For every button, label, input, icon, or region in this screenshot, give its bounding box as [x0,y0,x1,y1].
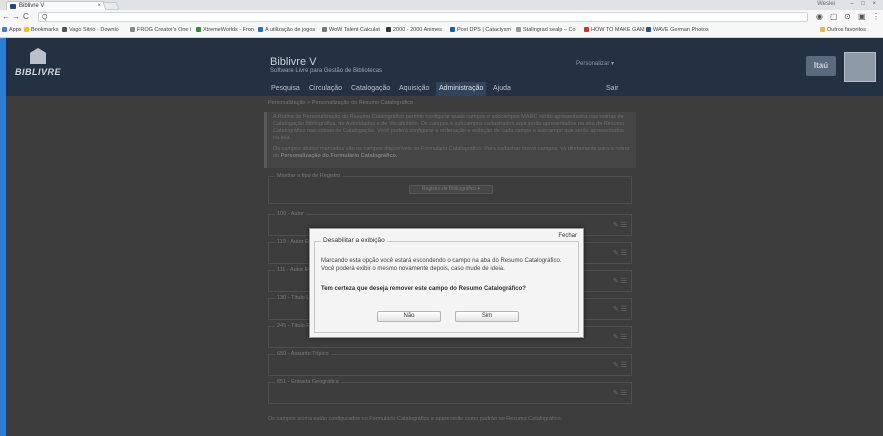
info-paragraph: A Rotina de Personalização do Resumo Cat… [273,114,625,141]
user-badge[interactable]: Weslei [817,1,835,7]
menu-pesquisa[interactable]: Pesquisa [268,82,303,96]
biblivre-logo[interactable]: BIBLIVRE [14,48,62,88]
edit-tools[interactable]: ✎ ☰ [613,249,627,257]
edit-tools[interactable]: ✎ ☰ [613,361,627,369]
user-menu[interactable]: Personalizar ▾ [576,60,614,67]
menu-circulacao[interactable]: Circulação [306,82,345,96]
menu-aquisicao[interactable]: Aquisição [396,82,432,96]
record-type-section: Mostrar a tipo de Registro Registro de B… [268,173,632,204]
app-title: Biblivre V [270,56,317,68]
info-box: A Rotina de Personalização do Resumo Cat… [264,112,636,168]
field-legend: 651 - Entrada Geográfica [275,379,341,385]
extension-icon[interactable]: ▣ [858,12,866,22]
close-dialog-link[interactable]: Fechar [558,233,577,239]
extension-icon[interactable]: ⊙ [844,12,851,22]
bookmark-item[interactable]: WAVE German Photos [646,27,709,34]
bookmark-item[interactable]: Bookmarks [24,27,59,34]
form-link[interactable]: Personalização do Formulário Catalográfi… [281,153,398,159]
bookmark-item[interactable]: HOW TO MAKE GAM [584,27,645,34]
address-bar[interactable]: Q [38,12,808,22]
dialog-fieldset: Desabilitar a exibição Marcando esta opç… [314,237,579,333]
bookmark-item[interactable]: FROG Creator's One i [130,27,191,34]
edit-tools[interactable]: ✎ ☰ [613,277,627,285]
field-legend: 650 - Assunto Tópico [275,351,331,357]
forward-button[interactable]: → [12,12,20,22]
field-legend: 100 - Autor [275,211,306,217]
site-icon [646,27,651,32]
main-menu: Pesquisa Circulação Catalogação Aquisiçã… [268,82,618,96]
field-section: 650 - Assunto Tópico ✎ ☰ [268,351,632,376]
site-icon [322,27,327,32]
section-legend: Mostrar a tipo de Registro [275,173,343,179]
bookmark-item[interactable]: WoW Talent Calculat [322,27,380,34]
site-icon [516,27,521,32]
footnote: Os campos acima estão configurados no Fo… [268,416,563,422]
star-icon [24,27,29,32]
navigation-bar: ← → C Q ◉ ▢ ⊙ ▣ ⋮ [0,10,883,24]
menu-catalogacao[interactable]: Catalogação [348,82,393,96]
edit-tools[interactable]: ✎ ☰ [613,305,627,313]
new-tab-button[interactable] [102,2,120,10]
field-section: 651 - Entrada Geográfica ✎ ☰ [268,379,632,404]
bookmark-item[interactable]: Post DPS | Cataclysm [450,27,511,34]
other-bookmarks[interactable]: Outros favoritos [820,27,866,34]
record-type-dropdown[interactable]: Registro de Bibliográfico ▾ [409,185,493,194]
bookmark-item[interactable]: XtremeWorlds · Fron [196,27,254,34]
bookmark-item[interactable]: 2000 - 2000 Animes [386,27,442,34]
menu-icon[interactable]: ⋮ [872,12,880,22]
logout-link[interactable]: Sair [606,82,618,96]
apps-icon [2,27,7,32]
app-subtitle: Software Livre para Gestão de Biblioteca… [270,68,383,74]
info-paragraph-2: Os campos abaixo marcados são os campos … [273,146,630,159]
bookmark-item[interactable]: Stalingrad sealp – Co [516,27,576,34]
app-header: BIBLIVRE Biblivre V Software Livre para … [6,38,883,96]
edit-tools[interactable]: ✎ ☰ [613,221,627,229]
sponsor-logo: Itaú [806,56,836,76]
site-icon [386,27,391,32]
favicon-icon [10,4,16,9]
no-button[interactable]: Não [377,311,441,322]
folder-icon [820,27,825,32]
menu-administracao[interactable]: Administração [436,82,487,96]
browser-tab[interactable]: Biblivre V × [6,1,106,10]
back-button[interactable]: ← [2,12,10,22]
sponsor-badge [844,52,876,82]
bookmark-item[interactable]: Vago Sitrio · Downlo [62,27,119,34]
edit-tools[interactable]: ✎ ☰ [613,333,627,341]
bookmark-item[interactable]: A utilização de jogos [258,27,315,34]
site-icon [258,27,263,32]
tab-title: Biblivre V [19,3,45,9]
dialog-title: Desabilitar a exibição [321,237,387,244]
disable-display-dialog: Fechar Desabilitar a exibição Marcando e… [309,228,584,338]
menu-ajuda[interactable]: Ajuda [490,82,514,96]
page-icon [130,27,135,32]
address-bar-text: Q [42,14,48,21]
breadcrumb: Personalização > Personalização do Resum… [268,100,414,106]
site-icon [450,27,455,32]
extension-icon[interactable]: ◉ [816,12,823,22]
site-icon [196,27,201,32]
browser-chrome: Biblivre V × Weslei – □ × ← → C Q ◉ ▢ ⊙ … [0,0,883,38]
extension-icon[interactable]: ▢ [830,12,838,22]
logo-text: BIBLIVRE [14,67,61,77]
reload-button[interactable]: C [23,12,29,22]
site-icon [62,27,67,32]
edit-tools[interactable]: ✎ ☰ [613,389,627,397]
bookmark-item[interactable]: Apps [2,27,22,34]
book-icon [30,48,46,64]
yes-button[interactable]: Sim [455,311,519,322]
tab-close-icon[interactable]: × [97,2,101,10]
dialog-message: Marcando esta opção você estará esconden… [321,258,562,272]
window-controls[interactable]: – □ × [850,0,879,9]
site-icon [584,27,589,32]
tab-strip: Biblivre V × Weslei – □ × [0,0,883,10]
bookmarks-bar: Apps Bookmarks Vago Sitrio · Downlo FROG… [0,24,883,37]
dialog-question: Tem certeza que deseja remover este camp… [321,286,526,292]
